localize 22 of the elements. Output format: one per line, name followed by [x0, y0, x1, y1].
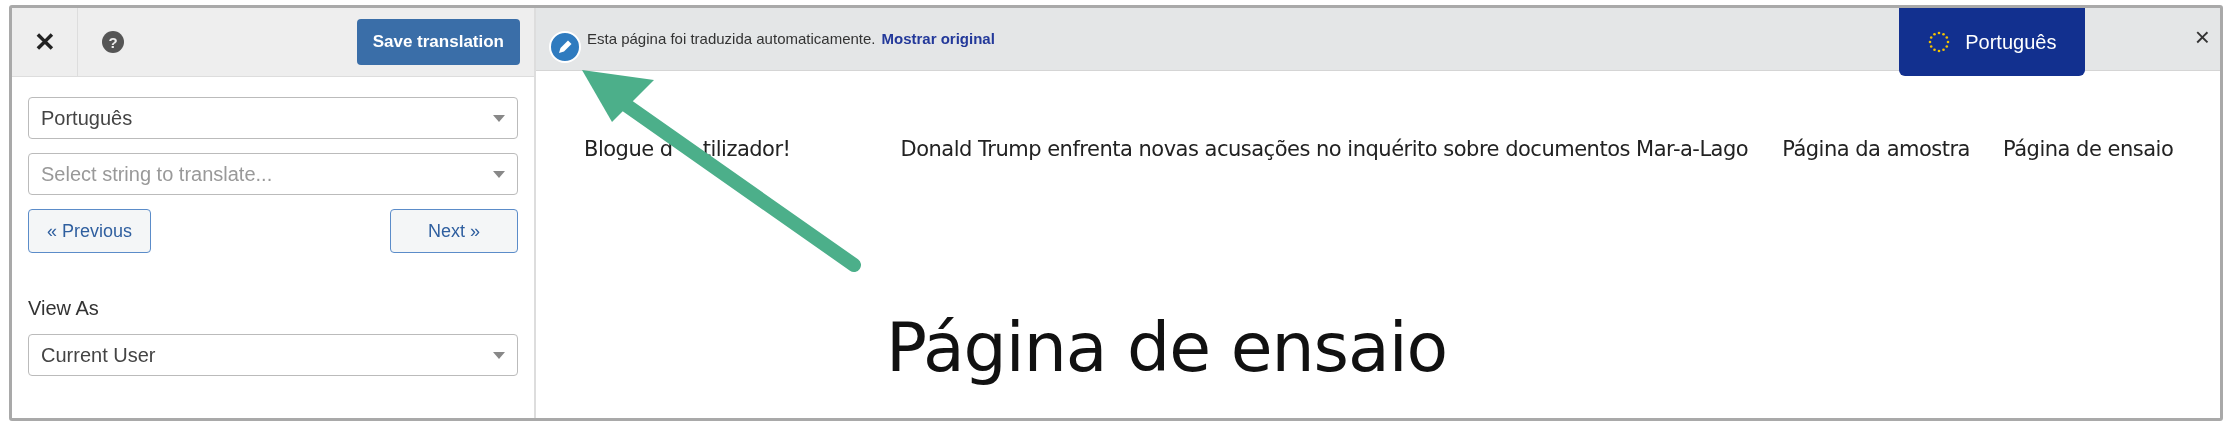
- view-as-label: View As: [28, 297, 100, 320]
- save-translation-button[interactable]: Save translation: [356, 19, 520, 65]
- view-as-select[interactable]: Current User: [28, 334, 518, 376]
- nav-link[interactable]: Donald Trump enfrenta novas acusações no inquérito sobre documentos Mar-a-Lago: [900, 137, 1749, 161]
- page-title: Página de ensaio: [886, 311, 1449, 386]
- close-button[interactable]: ×: [2194, 22, 2210, 53]
- nav-link[interactable]: Página da amostra: [1782, 137, 1970, 161]
- close-button[interactable]: ✕: [12, 8, 78, 76]
- stars-ring-icon: [1927, 30, 1952, 54]
- translation-notice: Esta página foi traduzida automaticamente.: [587, 30, 876, 47]
- pencil-icon[interactable]: [549, 31, 581, 63]
- nav-link[interactable]: Página de ensaio: [2003, 137, 2174, 161]
- language-button[interactable]: Português: [1898, 8, 2085, 76]
- caret-icon: [493, 351, 505, 359]
- help-button[interactable]: ?: [102, 31, 124, 53]
- nav-link-fragment[interactable]: tilizador!: [702, 137, 791, 161]
- next-button[interactable]: Next »: [390, 209, 518, 253]
- show-original-link[interactable]: Mostrar original: [881, 30, 995, 47]
- caret-icon: [493, 170, 505, 178]
- language-select[interactable]: Português: [28, 97, 518, 139]
- caret-icon: [493, 114, 505, 122]
- previous-button[interactable]: « Previous: [28, 209, 152, 253]
